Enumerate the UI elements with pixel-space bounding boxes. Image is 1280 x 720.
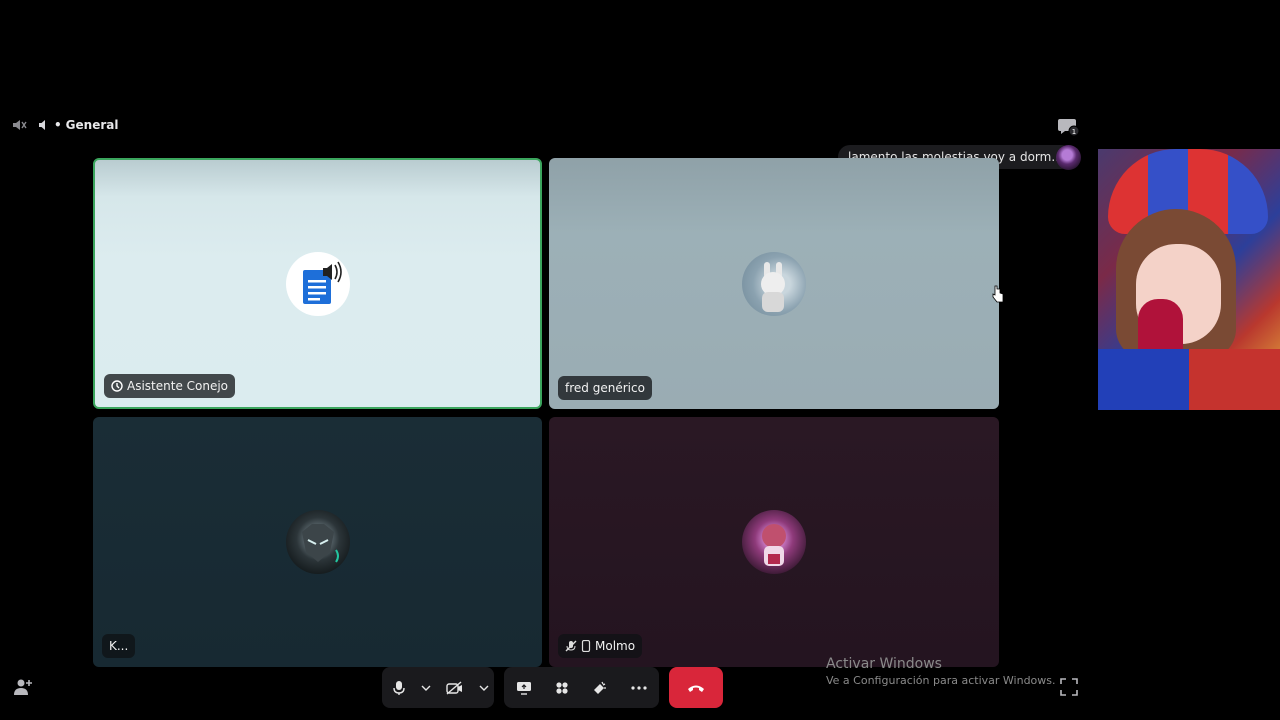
end-call-button[interactable] [669, 667, 723, 708]
screen-share-icon [516, 681, 531, 695]
screen-share-button[interactable] [504, 667, 543, 708]
mic-muted-icon [565, 640, 577, 652]
windows-activation-watermark: Activar Windows Ve a Configuración para … [826, 656, 1056, 687]
media-controls [382, 667, 494, 708]
channel-name: General [65, 118, 119, 132]
soundboard-button[interactable] [581, 667, 619, 708]
watermark-title: Activar Windows [826, 656, 942, 672]
chevron-down-icon [421, 685, 431, 691]
call-header: • General [12, 116, 118, 134]
svg-text:1: 1 [1072, 128, 1076, 136]
participant-tile-fred-generico[interactable]: fred genérico [549, 158, 999, 409]
more-icon [631, 685, 647, 690]
camera-off-icon [446, 680, 462, 695]
participant-name-label: Asistente Conejo [104, 374, 236, 398]
microphone-button[interactable] [382, 667, 416, 708]
avatar [285, 510, 350, 574]
avatar [285, 251, 350, 316]
avatar [742, 510, 806, 574]
bot-badge-icon [111, 380, 123, 392]
hand-cursor-icon [992, 285, 1004, 303]
avatar [742, 251, 806, 316]
chat-icon[interactable]: 1 [1057, 116, 1081, 138]
activities-button[interactable] [543, 667, 581, 708]
fullscreen-icon[interactable] [1060, 678, 1078, 696]
participant-name-label: K... [102, 634, 136, 658]
stream-preview-image[interactable] [1098, 149, 1280, 410]
participant-name-label: fred genérico [558, 376, 652, 400]
participant-name-label: Molmo [558, 634, 643, 658]
voice-channel-icon [39, 120, 45, 130]
avatar-image [761, 261, 785, 312]
microphone-icon [393, 680, 405, 695]
participant-tile-molmo[interactable]: Molmo [549, 417, 999, 667]
channel-prefix: • [54, 118, 62, 132]
activity-controls [504, 667, 659, 708]
chevron-down-icon [479, 685, 489, 691]
participant-tile-k[interactable]: K... [93, 417, 542, 667]
add-user-icon[interactable] [13, 678, 33, 696]
avatar-image [762, 524, 786, 566]
camera-button[interactable] [436, 667, 474, 708]
speaker-muted-icon[interactable] [12, 118, 28, 132]
participant-tile-asistente-conejo[interactable]: Asistente Conejo [93, 158, 542, 409]
mobile-icon [581, 640, 591, 652]
document-speaker-icon [302, 261, 342, 304]
activities-icon [556, 681, 568, 694]
avatar-image [301, 524, 339, 563]
microphone-options-button[interactable] [416, 667, 436, 708]
soundboard-icon [594, 681, 606, 694]
watermark-subtitle: Ve a Configuración para activar Windows. [826, 674, 1056, 687]
phone-hangup-icon [688, 685, 704, 692]
toast-avatar[interactable] [1056, 145, 1081, 170]
channel-title[interactable]: • General [38, 118, 118, 132]
more-options-button[interactable] [619, 667, 659, 708]
camera-options-button[interactable] [474, 667, 494, 708]
